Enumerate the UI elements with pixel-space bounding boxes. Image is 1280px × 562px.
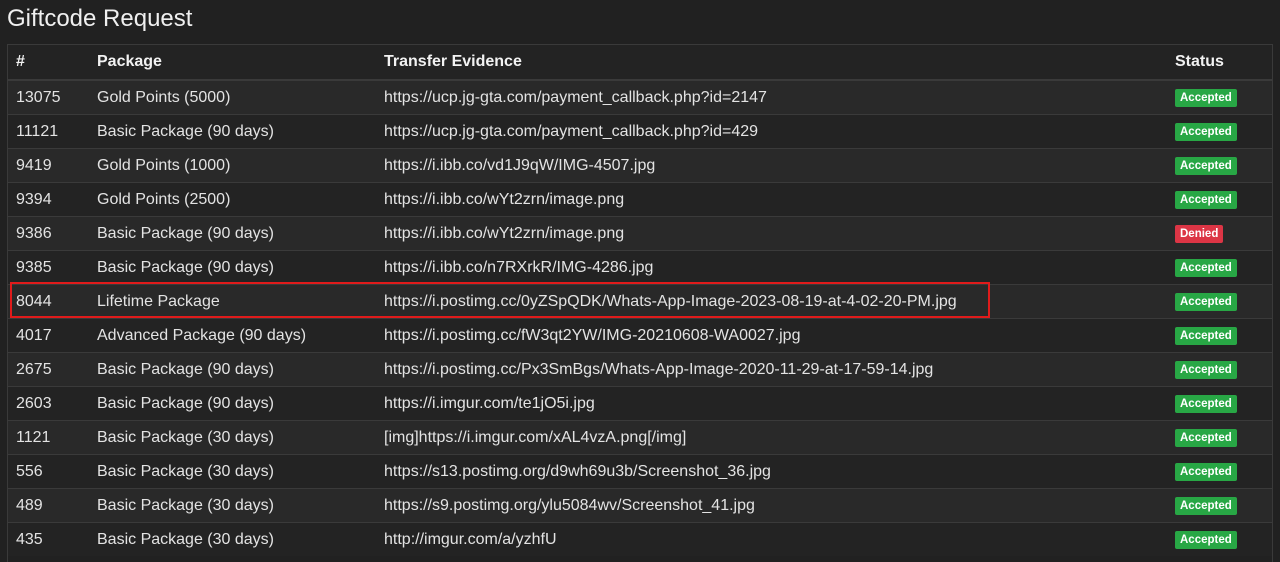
cell-id: 1121: [8, 420, 89, 455]
cell-status: Accepted: [1167, 352, 1272, 387]
status-badge: Accepted: [1175, 123, 1237, 141]
status-badge: Accepted: [1175, 429, 1237, 447]
cell-status: Denied: [1167, 216, 1272, 251]
cell-package: Basic Package (90 days): [89, 216, 376, 251]
cell-evidence[interactable]: https://i.ibb.co/n7RXrkR/IMG-4286.jpg: [376, 250, 1167, 285]
table-row[interactable]: 2675 Basic Package (90 days) https://i.pos…: [8, 352, 1272, 387]
status-badge: Accepted: [1175, 531, 1237, 549]
cell-id: 9394: [8, 182, 89, 217]
table-row[interactable]: 9385 Basic Package (90 days) https://i.ibb…: [8, 250, 1272, 285]
status-badge: Accepted: [1175, 157, 1237, 175]
cell-evidence[interactable]: https://s13.postimg.org/d9wh69u3b/Screen…: [376, 454, 1167, 489]
cell-id: 4017: [8, 318, 89, 353]
table-row[interactable]: 435 Basic Package (30 days) http://imgur.c…: [8, 522, 1272, 556]
giftcode-table: # Package Transfer Evidence Status 13075…: [8, 45, 1272, 556]
cell-status: Accepted: [1167, 454, 1272, 489]
table-row[interactable]: 8044 Lifetime Package https://i.postimg.cc…: [8, 284, 1272, 319]
cell-status: Accepted: [1167, 386, 1272, 421]
cell-evidence[interactable]: http://imgur.com/a/yzhfU: [376, 522, 1167, 556]
table-row[interactable]: 2603 Basic Package (90 days) https://i.img…: [8, 386, 1272, 421]
column-header-evidence[interactable]: Transfer Evidence: [376, 45, 1167, 81]
table-row[interactable]: 1121 Basic Package (30 days) [img]https://…: [8, 420, 1272, 455]
cell-evidence[interactable]: https://i.ibb.co/vd1J9qW/IMG-4507.jpg: [376, 148, 1167, 183]
cell-package: Advanced Package (90 days): [89, 318, 376, 353]
table-header: # Package Transfer Evidence Status: [8, 45, 1272, 81]
cell-package: Lifetime Package: [89, 284, 376, 319]
cell-status: Accepted: [1167, 488, 1272, 523]
cell-status: Accepted: [1167, 420, 1272, 455]
column-header-status[interactable]: Status: [1167, 45, 1272, 81]
cell-package: Basic Package (30 days): [89, 522, 376, 556]
cell-package: Basic Package (90 days): [89, 114, 376, 149]
status-badge: Accepted: [1175, 361, 1237, 379]
header-row: # Package Transfer Evidence Status: [8, 45, 1272, 81]
column-header-id[interactable]: #: [8, 45, 89, 81]
cell-id: 556: [8, 454, 89, 489]
table-row[interactable]: 9386 Basic Package (90 days) https://i.ibb…: [8, 216, 1272, 251]
status-badge: Accepted: [1175, 497, 1237, 515]
cell-package: Basic Package (30 days): [89, 488, 376, 523]
cell-id: 2675: [8, 352, 89, 387]
table-row[interactable]: 9419 Gold Points (1000) https://i.ibb.co/v…: [8, 148, 1272, 183]
status-badge: Accepted: [1175, 191, 1237, 209]
cell-id: 9385: [8, 250, 89, 285]
status-badge: Accepted: [1175, 463, 1237, 481]
cell-status: Accepted: [1167, 148, 1272, 183]
giftcode-table-container: # Package Transfer Evidence Status 13075…: [7, 44, 1273, 562]
cell-id: 435: [8, 522, 89, 556]
cell-package: Basic Package (30 days): [89, 420, 376, 455]
status-badge: Accepted: [1175, 327, 1237, 345]
cell-id: 2603: [8, 386, 89, 421]
column-header-package[interactable]: Package: [89, 45, 376, 81]
cell-id: 489: [8, 488, 89, 523]
table-body: 13075 Gold Points (5000) https://ucp.jg-gt…: [8, 79, 1272, 556]
cell-evidence[interactable]: https://ucp.jg-gta.com/payment_callback.…: [376, 114, 1167, 149]
page-title: Giftcode Request: [7, 5, 193, 32]
cell-package: Basic Package (90 days): [89, 352, 376, 387]
cell-evidence[interactable]: https://i.imgur.com/te1jO5i.jpg: [376, 386, 1167, 421]
cell-id: 9386: [8, 216, 89, 251]
cell-status: Accepted: [1167, 114, 1272, 149]
cell-package: Basic Package (90 days): [89, 386, 376, 421]
cell-evidence[interactable]: https://i.ibb.co/wYt2zrn/image.png: [376, 216, 1167, 251]
cell-status: Accepted: [1167, 250, 1272, 285]
cell-package: Basic Package (30 days): [89, 454, 376, 489]
status-badge: Accepted: [1175, 395, 1237, 413]
cell-evidence[interactable]: https://i.postimg.cc/fW3qt2YW/IMG-202106…: [376, 318, 1167, 353]
status-badge: Accepted: [1175, 293, 1237, 311]
table-row[interactable]: 489 Basic Package (30 days) https://s9.pos…: [8, 488, 1272, 523]
cell-status: Accepted: [1167, 79, 1272, 115]
cell-evidence[interactable]: https://i.postimg.cc/Px3SmBgs/Whats-App-…: [376, 352, 1167, 387]
cell-evidence[interactable]: https://s9.postimg.org/ylu5084wv/Screens…: [376, 488, 1167, 523]
cell-status: Accepted: [1167, 182, 1272, 217]
table-row[interactable]: 4017 Advanced Package (90 days) https://i.…: [8, 318, 1272, 353]
cell-evidence[interactable]: https://i.postimg.cc/0yZSpQDK/Whats-App-…: [376, 284, 1167, 319]
cell-id: 13075: [8, 79, 89, 115]
cell-evidence[interactable]: https://ucp.jg-gta.com/payment_callback.…: [376, 79, 1167, 115]
table-row[interactable]: 13075 Gold Points (5000) https://ucp.jg-gt…: [8, 79, 1272, 115]
status-badge: Denied: [1175, 225, 1224, 243]
table-row[interactable]: 11121 Basic Package (90 days) https://ucp.…: [8, 114, 1272, 149]
cell-evidence[interactable]: [img]https://i.imgur.com/xAL4vzA.png[/im…: [376, 420, 1167, 455]
table-row[interactable]: 9394 Gold Points (2500) https://i.ibb.co/w…: [8, 182, 1272, 217]
cell-package: Gold Points (1000): [89, 148, 376, 183]
status-badge: Accepted: [1175, 259, 1237, 277]
cell-package: Gold Points (2500): [89, 182, 376, 217]
cell-status: Accepted: [1167, 522, 1272, 556]
cell-status: Accepted: [1167, 318, 1272, 353]
cell-id: 8044: [8, 284, 89, 319]
cell-id: 9419: [8, 148, 89, 183]
cell-evidence[interactable]: https://i.ibb.co/wYt2zrn/image.png: [376, 182, 1167, 217]
cell-status: Accepted: [1167, 284, 1272, 319]
cell-package: Gold Points (5000): [89, 79, 376, 115]
status-badge: Accepted: [1175, 89, 1237, 107]
table-row[interactable]: 556 Basic Package (30 days) https://s13.po…: [8, 454, 1272, 489]
cell-package: Basic Package (90 days): [89, 250, 376, 285]
cell-id: 11121: [8, 114, 89, 149]
